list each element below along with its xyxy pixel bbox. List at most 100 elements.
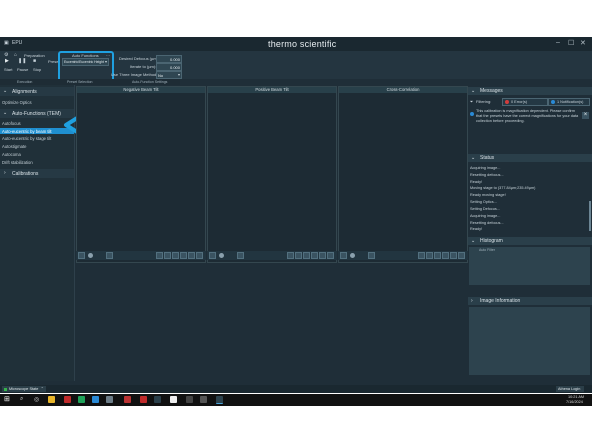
clock-date: 7/16/2024 bbox=[566, 400, 583, 404]
chevron-down-icon: ⌄ bbox=[471, 238, 476, 244]
zoom-slider-handle[interactable] bbox=[350, 253, 355, 258]
status-title: Status bbox=[480, 155, 495, 161]
histogram-area: Auto Filter bbox=[469, 247, 590, 285]
tool-button[interactable] bbox=[180, 252, 187, 259]
pause-icon[interactable]: ❚❚ bbox=[18, 58, 26, 64]
tool-button[interactable] bbox=[311, 252, 318, 259]
tool-button[interactable] bbox=[434, 252, 441, 259]
tool-button[interactable] bbox=[295, 252, 302, 259]
app-blue-icon[interactable] bbox=[92, 396, 99, 403]
sidebar-item-autostigmate[interactable]: Autostigmate bbox=[2, 144, 26, 149]
tool-button[interactable] bbox=[450, 252, 457, 259]
zoom-slider-handle[interactable] bbox=[88, 253, 93, 258]
sidebar-item-drift[interactable]: Drift stabilization bbox=[2, 160, 33, 165]
maximize-button[interactable]: ☐ bbox=[568, 39, 574, 47]
minimize-button[interactable]: – bbox=[556, 39, 560, 46]
tool-button[interactable] bbox=[303, 252, 310, 259]
sidebar-item-stage-tilt[interactable]: Auto-eucentric by stage tilt bbox=[2, 136, 51, 141]
tool-button[interactable] bbox=[327, 252, 334, 259]
sidebar-item-optimize-optics[interactable]: Optimize Optics bbox=[2, 100, 32, 105]
stop-icon[interactable]: ■ bbox=[33, 58, 36, 64]
zoom-out-button[interactable] bbox=[78, 252, 85, 259]
athena-login-button[interactable]: Athena Login bbox=[556, 386, 584, 392]
status-header[interactable]: ⌄ Status bbox=[468, 154, 592, 162]
task-view-icon[interactable]: ◎ bbox=[34, 396, 39, 403]
tool-button[interactable] bbox=[319, 252, 326, 259]
file-explorer-icon[interactable] bbox=[48, 396, 55, 403]
tool-button[interactable] bbox=[172, 252, 179, 259]
panel-title: Negative Beam Tilt bbox=[77, 87, 205, 93]
autofunctions-dropdown[interactable]: Eucentric/Eucentric Height ▾ bbox=[62, 58, 109, 66]
panel-cross-correlation: Cross-Correlation bbox=[338, 86, 468, 263]
panel-toolbar bbox=[338, 251, 468, 260]
dismiss-message-button[interactable]: × bbox=[582, 112, 589, 119]
sidebar-section-label: Auto-Functions (TEM) bbox=[12, 110, 61, 117]
epu-taskbar-icon[interactable] bbox=[216, 396, 223, 404]
app-white-icon[interactable] bbox=[170, 396, 177, 403]
menu-extra[interactable]: ⋯ bbox=[106, 53, 110, 58]
panel-toolbar bbox=[207, 251, 337, 260]
image-info-area bbox=[469, 307, 590, 375]
app-icon[interactable] bbox=[186, 396, 193, 403]
zoom-out-button[interactable] bbox=[209, 252, 216, 259]
status-line: Resetting defocus... bbox=[470, 221, 504, 225]
sidebar-section-alignments[interactable]: ⌄ Alignments bbox=[0, 87, 74, 96]
sidebar-item-autocoma[interactable]: Autocoma bbox=[2, 152, 21, 157]
microscope-state-button[interactable]: Microscope State ⌃ bbox=[2, 386, 46, 392]
app-green-icon[interactable] bbox=[78, 396, 85, 403]
errors-filter-button[interactable]: 0 Error(s) bbox=[502, 98, 548, 106]
zoom-out-button[interactable] bbox=[340, 252, 347, 259]
chevron-right-icon: › bbox=[471, 298, 473, 304]
app-gray-icon[interactable] bbox=[106, 396, 113, 403]
notifications-filter-button[interactable]: 1 Notification(s) bbox=[548, 98, 590, 106]
sidebar-item-autofocus[interactable]: Autofocus bbox=[2, 121, 21, 126]
start-icon[interactable]: ▶ bbox=[5, 58, 9, 64]
messages-header[interactable]: ⌄ Messages bbox=[468, 87, 592, 95]
image-info-header[interactable]: › Image Information bbox=[468, 297, 592, 305]
zoom-in-button[interactable] bbox=[106, 252, 113, 259]
tool-button[interactable] bbox=[156, 252, 163, 259]
app-acrobat-icon[interactable] bbox=[140, 396, 147, 403]
tool-button[interactable] bbox=[458, 252, 465, 259]
app-dark-icon[interactable] bbox=[154, 396, 161, 403]
iterate-field[interactable]: 0.000 bbox=[156, 63, 182, 71]
brand-logo: thermo scientific bbox=[268, 39, 337, 49]
close-button[interactable]: ✕ bbox=[580, 39, 586, 47]
tool-button[interactable] bbox=[287, 252, 294, 259]
tool-button[interactable] bbox=[426, 252, 433, 259]
zoom-in-button[interactable] bbox=[237, 252, 244, 259]
chevron-down-icon: ⌄ bbox=[3, 88, 8, 94]
chevron-down-icon: ⌄ bbox=[471, 155, 476, 161]
autofunctions-value: Eucentric/Eucentric Height bbox=[64, 59, 104, 64]
search-icon[interactable]: ⌕ bbox=[20, 396, 23, 403]
messages-title: Messages bbox=[480, 88, 503, 94]
tool-button[interactable] bbox=[196, 252, 203, 259]
panel-toolbar bbox=[76, 251, 206, 260]
start-label: Start bbox=[4, 67, 13, 72]
panel-positive-beam-tilt: Positive Beam Tilt bbox=[207, 86, 337, 263]
tool-button[interactable] bbox=[188, 252, 195, 259]
auto-filter-label[interactable]: Auto Filter bbox=[479, 248, 495, 252]
message-text: This calibration is magnification depend… bbox=[476, 109, 579, 123]
chevron-down-icon: ▾ bbox=[104, 59, 107, 64]
zoom-slider-handle[interactable] bbox=[219, 253, 224, 258]
app-icon[interactable] bbox=[200, 396, 207, 403]
sidebar-section-calibrations[interactable]: › Calibrations bbox=[0, 169, 74, 178]
status-line: Setting Defocus... bbox=[470, 207, 500, 211]
three-image-dropdown[interactable]: No ▾ bbox=[156, 71, 182, 79]
status-scrollbar[interactable] bbox=[589, 201, 591, 231]
filtering-label: Filtering: bbox=[476, 99, 492, 104]
desired-defocus-field[interactable]: 0.000 bbox=[156, 55, 182, 63]
app-red-icon[interactable] bbox=[64, 396, 71, 403]
taskbar: ⊞ ⌕ ◎ 10:21 AM 7/16/2024 bbox=[0, 394, 592, 406]
zoom-in-button[interactable] bbox=[368, 252, 375, 259]
windows-start-icon[interactable]: ⊞ bbox=[4, 395, 10, 403]
tool-button[interactable] bbox=[418, 252, 425, 259]
app-red2-icon[interactable] bbox=[124, 396, 131, 403]
panel-negative-beam-tilt: Negative Beam Tilt bbox=[76, 86, 206, 263]
status-line: Ready! bbox=[470, 227, 483, 231]
home-icon[interactable]: ⌂ bbox=[14, 52, 17, 58]
histogram-header[interactable]: ⌄ Histogram bbox=[468, 237, 592, 245]
tool-button[interactable] bbox=[442, 252, 449, 259]
tool-button[interactable] bbox=[164, 252, 171, 259]
